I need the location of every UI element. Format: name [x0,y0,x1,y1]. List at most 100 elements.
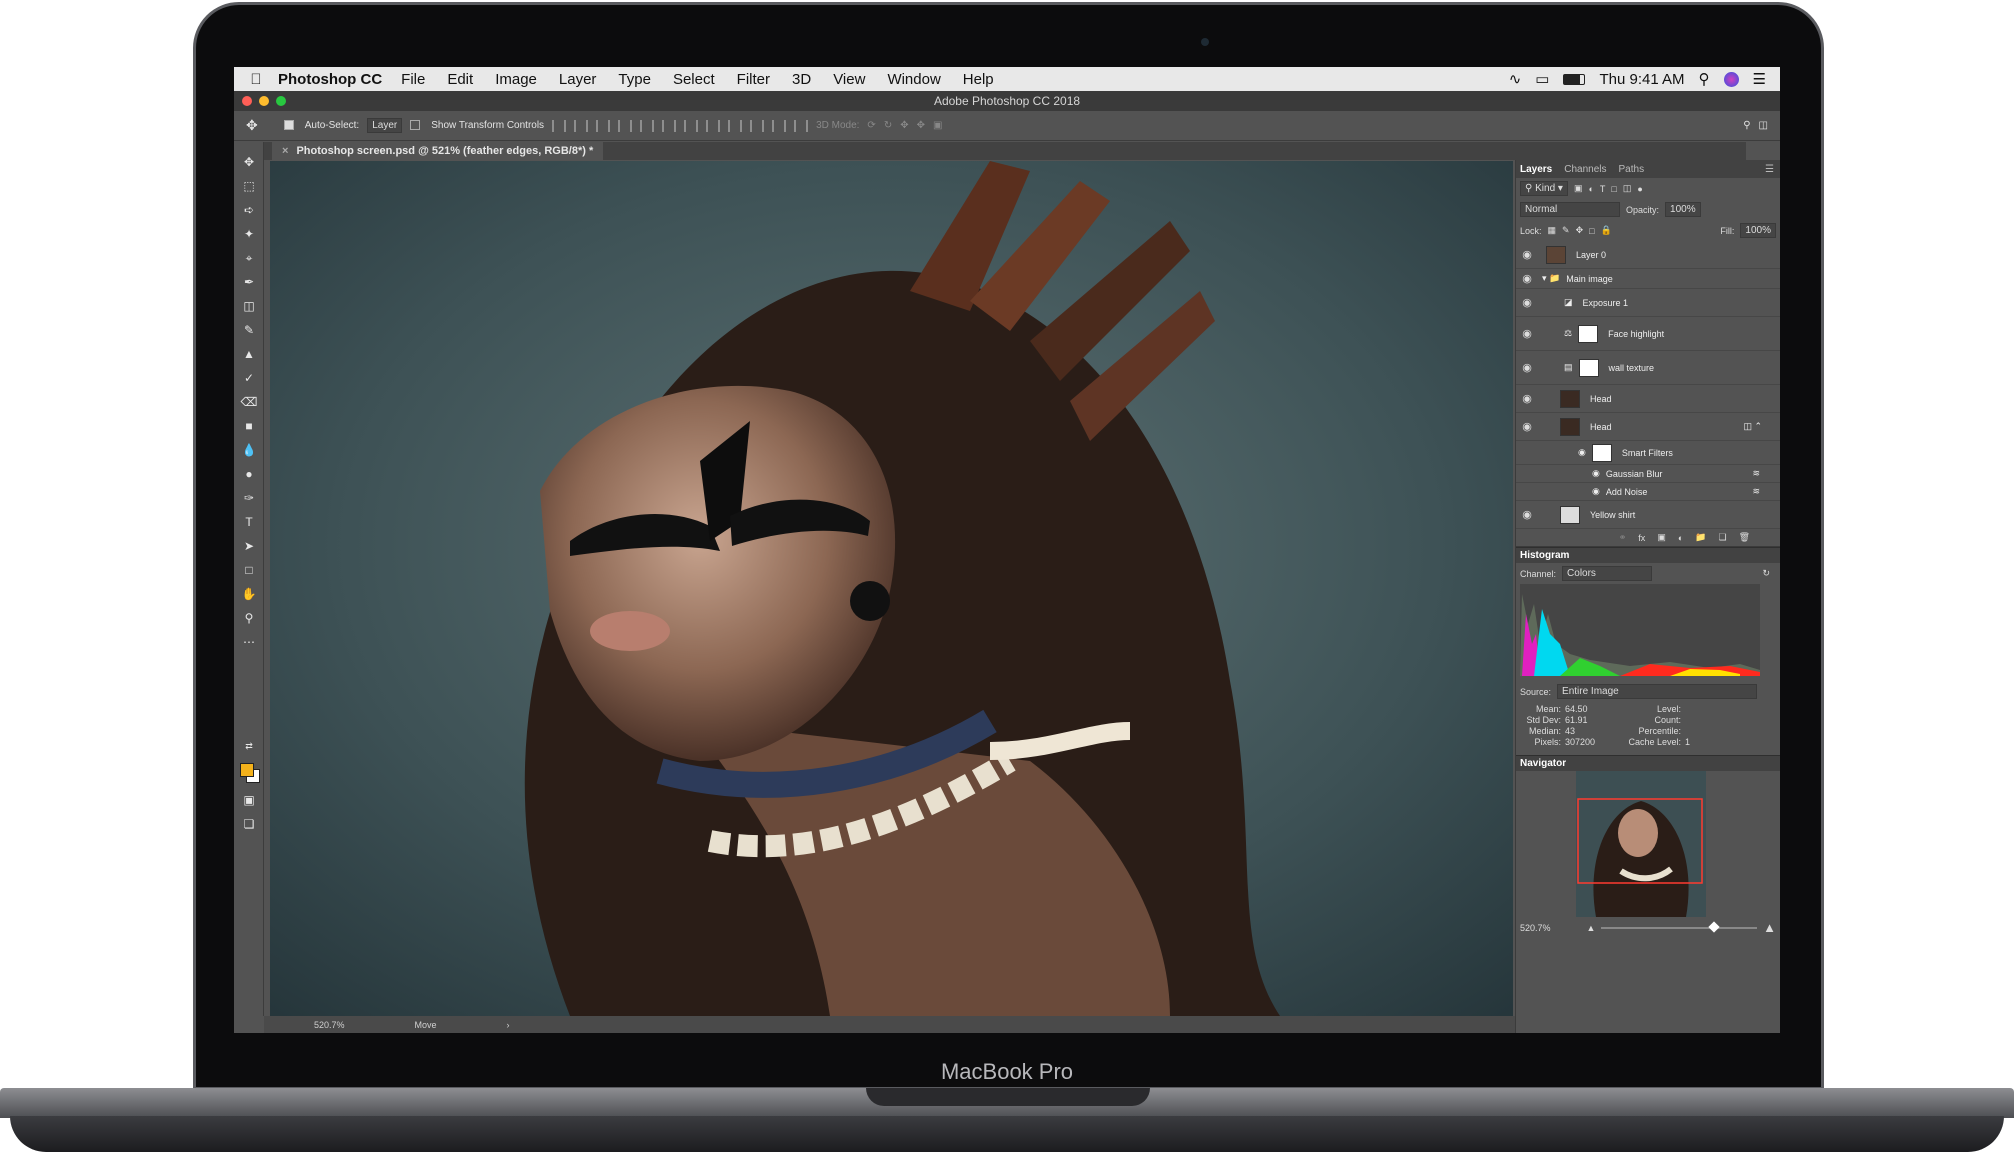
notification-center-icon[interactable]: ☰ [1753,70,1766,88]
status-info[interactable]: Move [415,1020,437,1030]
fill-input[interactable]: 100% [1740,223,1776,238]
visibility-eye-icon[interactable]: ◉ [1516,296,1538,309]
filter-pixel-icon[interactable]: ▣ [1574,183,1583,194]
tab-channels[interactable]: Channels [1564,164,1606,175]
battery-icon[interactable] [1563,73,1586,85]
align-left-icon[interactable] [618,119,633,132]
align-top-icon[interactable] [552,119,567,132]
distribute-right-icon[interactable] [794,119,809,132]
siri-icon[interactable] [1723,71,1739,87]
path-selection-tool[interactable]: ➤ [240,538,258,554]
visibility-eye-icon[interactable]: ◉ [1578,447,1586,458]
navigator-thumbnail[interactable] [1576,771,1706,917]
crop-tool[interactable]: ⌖ [240,250,258,266]
visibility-eye-icon[interactable]: ◉ [1516,420,1538,433]
menu-edit[interactable]: Edit [436,71,484,88]
align-hcenter-icon[interactable] [640,119,655,132]
menu-window[interactable]: Window [876,71,951,88]
layer-row[interactable]: ◉ ⚖ Face highlight [1516,317,1780,351]
visibility-eye-icon[interactable]: ◉ [1516,508,1538,521]
move-tool-icon[interactable]: ✥ [246,117,258,134]
menu-file[interactable]: File [390,71,436,88]
brush-tool[interactable]: ✎ [240,322,258,338]
document-canvas[interactable] [270,161,1513,1016]
quick-mask-icon[interactable]: ▣ [240,792,258,808]
new-layer-icon[interactable]: ❏ [1718,532,1726,543]
fx-icon[interactable]: fx [1638,533,1645,543]
menu-filter[interactable]: Filter [726,71,781,88]
zoom-slider[interactable] [1601,920,1758,933]
app-menu[interactable]: Photoshop CC [278,71,390,88]
auto-select-dropdown[interactable]: Layer [367,118,403,133]
add-mask-icon[interactable]: ▣ [1657,532,1666,543]
marquee-tool[interactable]: ⬚ [240,178,258,194]
close-window-button[interactable] [242,96,252,106]
navigator-zoom[interactable]: 520.7% [1520,923,1551,933]
spotlight-search-icon[interactable]: ⚲ [1699,70,1710,88]
zoom-level[interactable]: 520.7% [314,1020,345,1030]
type-tool[interactable]: T [240,514,258,530]
filter-options-icon[interactable]: ≋ [1752,486,1780,497]
align-vcenter-icon[interactable] [574,119,589,132]
layer-group-row[interactable]: ◉ ▾ 📁 Main image [1516,269,1780,289]
lock-all-icon[interactable]: 🔒 [1601,225,1612,236]
3d-slide-icon[interactable]: ✥ [917,120,925,131]
3d-orbit-icon[interactable]: ⟳ [867,120,875,131]
lock-transparent-icon[interactable]: ▦ [1548,225,1557,236]
smart-filters-row[interactable]: ◉ Smart Filters [1516,441,1780,465]
filter-options-icon[interactable]: ≋ [1752,468,1780,479]
airplay-icon[interactable]: ▭ [1535,70,1549,88]
layer-row[interactable]: ◉ Yellow shirt [1516,501,1780,529]
align-right-icon[interactable] [662,119,677,132]
layer-row[interactable]: ◉ Head ◫ ⌃ [1516,413,1780,441]
magic-wand-tool[interactable]: ✦ [240,226,258,242]
3d-roll-icon[interactable]: ↻ [884,120,892,131]
distribute-vcenter-icon[interactable] [706,119,721,132]
menu-view[interactable]: View [822,71,876,88]
pen-tool[interactable]: ✑ [240,490,258,506]
new-group-icon[interactable]: 📁 [1695,532,1706,543]
visibility-eye-icon[interactable]: ◉ [1516,392,1538,405]
layer-row[interactable]: ◉ Layer 0 [1516,241,1780,269]
align-bottom-icon[interactable] [596,119,611,132]
menu-type[interactable]: Type [607,71,662,88]
menu-image[interactable]: Image [484,71,548,88]
search-icon[interactable]: ⚲ [1743,120,1750,131]
tab-layers[interactable]: Layers [1520,164,1552,175]
workspace-icon[interactable]: ◫ [1759,120,1780,131]
rectangle-tool[interactable]: □ [240,562,258,578]
filter-adjust-icon[interactable]: ◐ [1588,184,1593,194]
auto-select-checkbox[interactable] [283,120,297,131]
status-arrow-icon[interactable]: › [507,1020,510,1030]
eyedropper-tool[interactable]: ✒ [240,274,258,290]
transform-checkbox[interactable] [410,120,423,131]
delete-layer-icon[interactable]: 🗑 [1739,532,1750,543]
menu-select[interactable]: Select [662,71,726,88]
clone-stamp-tool[interactable]: ▲ [240,346,258,362]
zoom-window-button[interactable] [276,96,286,106]
close-tab-icon[interactable]: × [282,145,288,157]
more-tools-icon[interactable]: ⋯ [240,634,258,650]
3d-scale-icon[interactable]: ▣ [933,120,942,131]
lock-position-icon[interactable]: ✥ [1576,225,1584,236]
visibility-eye-icon[interactable]: ◉ [1516,248,1538,261]
3d-pan-icon[interactable]: ✥ [900,120,908,131]
opacity-input[interactable]: 100% [1665,202,1701,217]
filter-row[interactable]: ◉ Gaussian Blur ≋ [1516,465,1780,483]
distribute-left-icon[interactable] [750,119,765,132]
visibility-eye-icon[interactable]: ◉ [1592,486,1600,497]
filter-smart-icon[interactable]: ◫ [1623,183,1632,194]
visibility-eye-icon[interactable]: ◉ [1516,272,1538,285]
eraser-tool[interactable]: ⌫ [240,394,258,410]
clock[interactable]: Thu 9:41 AM [1599,71,1684,88]
menu-layer[interactable]: Layer [548,71,608,88]
layer-row[interactable]: ◉ Head [1516,385,1780,413]
menu-3d[interactable]: 3D [781,71,822,88]
visibility-eye-icon[interactable]: ◉ [1592,468,1600,479]
blur-tool[interactable]: 💧 [240,442,258,458]
healing-brush-tool[interactable]: ◫ [240,298,258,314]
blend-mode-dropdown[interactable]: Normal [1520,202,1620,217]
filter-shape-icon[interactable]: □ [1611,184,1616,194]
history-brush-tool[interactable]: ✓ [240,370,258,386]
filter-row[interactable]: ◉ Add Noise ≋ [1516,483,1780,501]
